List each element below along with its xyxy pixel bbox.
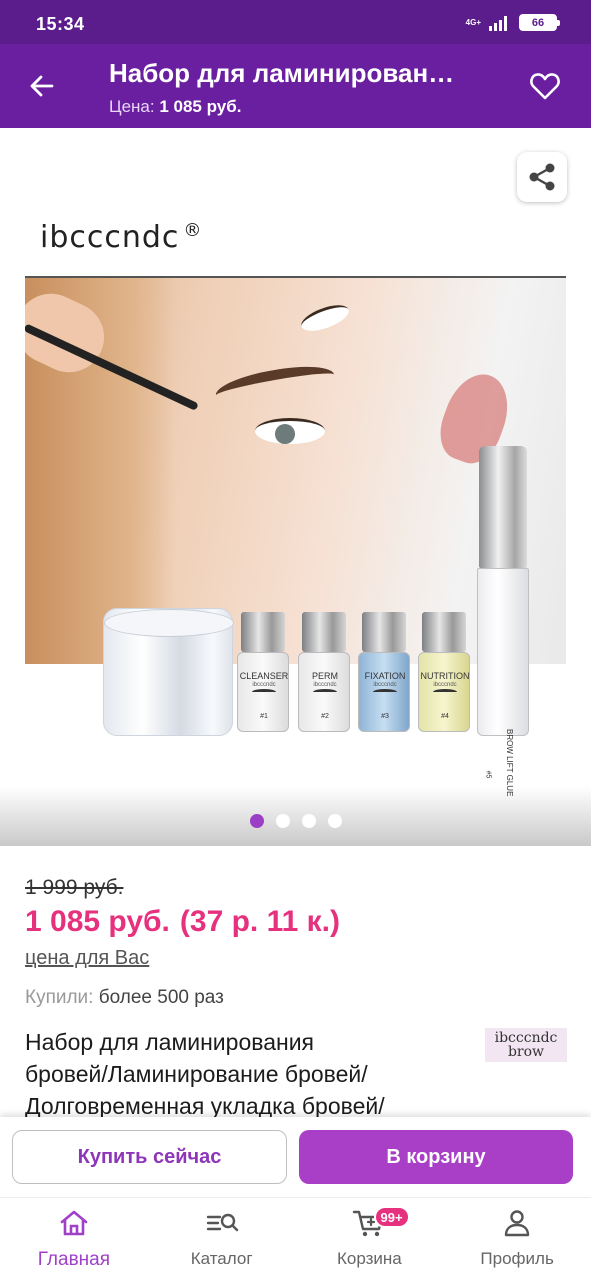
product-gallery[interactable]: ibcccndc ® CLEANSER #1 ibcccndc PERM #2 i…: [0, 128, 591, 846]
bottle-label: NUTRITION: [420, 671, 470, 681]
brow-mark-icon: [252, 689, 276, 695]
brow-mark-icon: [373, 689, 397, 695]
add-to-cart-button[interactable]: В корзину: [299, 1130, 573, 1184]
header-price-value: 1 085 руб.: [159, 97, 242, 116]
status-bar: 15:34 4G+ 66: [0, 0, 591, 44]
bottle-number: #2: [321, 713, 329, 720]
brand-logo: ibcccndc ®: [40, 220, 202, 255]
cling-film-roll: [103, 608, 234, 736]
share-button[interactable]: [517, 152, 567, 202]
glue-body: BROW LIFT GLUE #5: [477, 568, 529, 796]
seller-logo[interactable]: ibcccndc brow: [485, 1028, 567, 1062]
bottle-body: PERM #2 ibcccndc: [298, 652, 350, 732]
brow-mark-icon: [313, 689, 337, 695]
buy-now-button[interactable]: Купить сейчас: [12, 1130, 287, 1184]
registered-mark: ®: [183, 220, 203, 241]
brow-lift-glue-bottle: BROW LIFT GLUE #5: [477, 446, 529, 796]
bottle-sublabel: ibcccndc: [313, 682, 337, 688]
bottle-cap: [362, 612, 406, 652]
product-title-line: Набор для ламинирования: [25, 1029, 314, 1055]
pagination-dot-3[interactable]: [301, 814, 316, 828]
nav-item-profile[interactable]: Профиль: [443, 1198, 591, 1280]
bottle-sublabel: ibcccndc: [252, 682, 276, 688]
installment-price: (37 р. 11 к.): [179, 905, 340, 938]
bottle-cap: [302, 612, 346, 652]
product-bottle-2: PERM #2 ibcccndc: [298, 612, 350, 732]
product-title-line: бровей/Ламинирование бровей/: [25, 1061, 368, 1087]
purchase-action-bar: Купить сейчас В корзину: [0, 1117, 591, 1197]
catalog-search-icon: [205, 1208, 239, 1238]
product-bottle-1: CLEANSER #1 ibcccndc: [237, 612, 289, 732]
bottle-body: CLEANSER #1 ibcccndc: [237, 652, 289, 732]
bottle-body: NUTRITION #4 ibcccndc: [418, 652, 470, 732]
seller-logo-line: brow: [507, 1044, 545, 1060]
battery-indicator: 66: [519, 14, 560, 31]
pagination-dot-1[interactable]: [249, 814, 264, 828]
profile-icon: [502, 1208, 532, 1238]
status-time: 15:34: [36, 14, 85, 34]
old-price: 1 999 руб.: [25, 876, 124, 899]
nav-label: Каталог: [190, 1249, 253, 1268]
bottle-number: #3: [381, 713, 389, 720]
cart-count-badge: 99+: [373, 1206, 410, 1228]
bottle-cap: [422, 612, 466, 652]
bottle-body: FIXATION #3 ibcccndc: [358, 652, 410, 732]
bottom-navigation: Главная Каталог 99+ Корзина Профиль: [0, 1197, 591, 1280]
glue-number: #5: [484, 770, 492, 779]
brow-mark-icon: [433, 689, 457, 695]
bottle-sublabel: ibcccndc: [373, 682, 397, 688]
home-icon: [58, 1208, 90, 1238]
product-title: Набор для ламинирования бровей/Ламиниров…: [25, 1026, 465, 1122]
glue-cap: [479, 446, 527, 568]
product-bottle-3: FIXATION #3 ibcccndc: [358, 612, 410, 732]
nav-item-home[interactable]: Главная: [0, 1198, 148, 1280]
network-indicator: 4G+: [465, 17, 481, 27]
price-note-link[interactable]: цена для Вас: [25, 947, 149, 970]
header-price-label: Цена:: [109, 97, 155, 116]
purchase-count-value: более 500 раз: [98, 987, 224, 1008]
price-row: 1 085 руб. (37 р. 11 к.): [25, 905, 350, 939]
gallery-pagination: [0, 814, 591, 828]
bottle-cap: [241, 612, 285, 652]
seller-logo-line: ibcccndc: [494, 1030, 558, 1046]
purchase-count-label: Купили:: [25, 987, 94, 1008]
favorite-button[interactable]: [525, 66, 565, 106]
status-indicators: 4G+ 66: [465, 14, 560, 31]
bottle-label: FIXATION: [364, 671, 406, 681]
arrow-left-icon: [30, 75, 54, 97]
share-icon: [529, 163, 555, 191]
photo-eye-upper: [298, 300, 352, 336]
photo-eye: [255, 418, 325, 444]
heart-outline-icon: [530, 73, 560, 100]
glue-label: BROW LIFT GLUE: [505, 729, 514, 797]
nav-label: Главная: [37, 1249, 111, 1270]
signal-icon: [489, 15, 507, 31]
bottle-label: PERM: [311, 671, 338, 681]
network-type: 4G+: [465, 17, 481, 27]
pagination-dot-4[interactable]: [327, 814, 342, 828]
bottle-sublabel: ibcccndc: [433, 682, 457, 688]
back-button[interactable]: [22, 66, 62, 106]
nav-item-catalog[interactable]: Каталог: [148, 1198, 296, 1280]
battery-level: 66: [531, 16, 545, 29]
page-title: Набор для ламинирован…: [109, 58, 455, 88]
pagination-dot-2[interactable]: [275, 814, 290, 828]
nav-label: Профиль: [480, 1249, 554, 1268]
bottle-number: #4: [441, 713, 449, 720]
bottle-label: CLEANSER: [239, 671, 289, 681]
brand-logo-text: ibcccndc: [40, 220, 180, 255]
photo-eyebrow: [213, 359, 337, 411]
bottle-number: #1: [260, 713, 268, 720]
header-price: Цена: 1 085 руб.: [109, 97, 241, 117]
nav-label: Корзина: [336, 1249, 402, 1268]
app-header: Набор для ламинирован… Цена: 1 085 руб.: [0, 44, 591, 128]
product-bottle-4: NUTRITION #4 ibcccndc: [418, 612, 470, 732]
nav-item-cart[interactable]: 99+ Корзина: [296, 1198, 444, 1280]
purchase-count: Купили: более 500 раз: [25, 987, 224, 1009]
current-price: 1 085 руб.: [25, 905, 170, 938]
